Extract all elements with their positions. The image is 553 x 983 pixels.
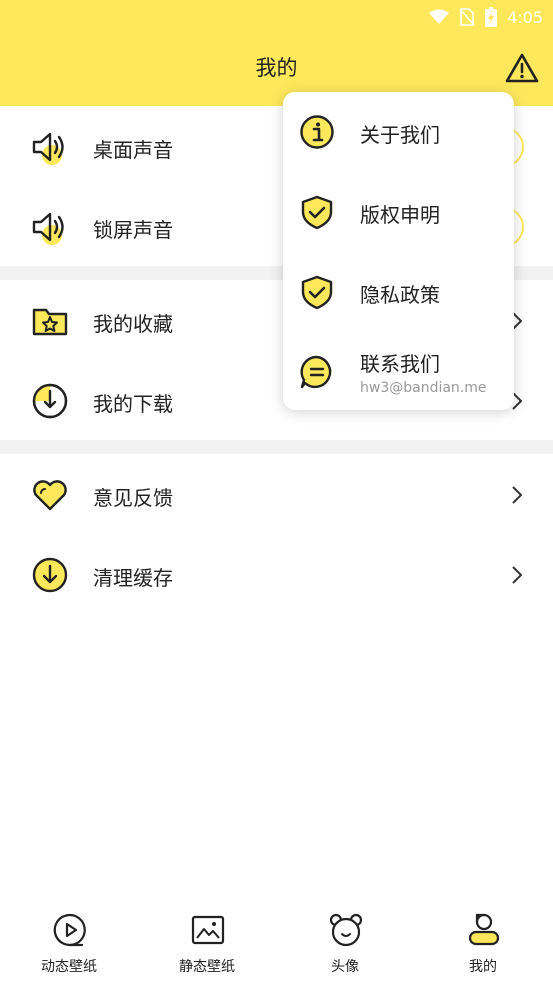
tab-live-wallpaper[interactable]: 动态壁纸 [0,900,138,983]
popup-item-label: 版权申明 [360,203,440,227]
popup-item-contact[interactable]: 联系我们 hw3@bandian.me [283,332,514,412]
heart-icon [31,476,69,514]
popup-menu: 关于我们 版权申明 隐私政策 联系我们 hw3@bandian.me [283,92,514,410]
tab-mine[interactable]: 我的 [414,900,552,983]
bear-face-icon [328,912,364,948]
shield-check-icon [299,274,335,310]
tab-avatar[interactable]: 头像 [276,900,414,983]
row-label: 意见反馈 [93,486,173,510]
info-icon [299,114,335,150]
battery-icon [485,7,498,27]
row-label: 我的下载 [93,392,173,416]
popup-item-about[interactable]: 关于我们 [283,92,514,172]
page-title: 我的 [255,56,298,80]
clean-download-icon [31,556,69,594]
star-folder-icon [31,302,69,340]
status-time: 4:05 [507,7,543,27]
tab-label: 静态壁纸 [179,959,235,975]
bottom-tab-bar: 动态壁纸 静态壁纸 头像 我的 [0,900,553,983]
contact-email: hw3@bandian.me [360,380,487,396]
row-label: 我的收藏 [93,312,173,336]
section-divider [0,440,553,454]
wifi-icon [429,9,450,24]
status-bar: 4:05 [429,4,543,30]
chat-bubble-icon [299,354,335,390]
shield-check-icon [299,194,335,230]
speaker-icon [31,128,69,166]
chevron-right-icon [512,566,523,584]
warning-icon [505,53,539,83]
picture-icon [190,912,226,948]
feedback-row[interactable]: 意见反馈 [0,454,553,534]
tab-label: 头像 [331,959,359,975]
chevron-right-icon [512,486,523,504]
person-icon [466,912,502,948]
tab-label: 动态壁纸 [41,959,97,975]
clear-cache-row[interactable]: 清理缓存 [0,534,553,614]
popup-item-label: 联系我们 [360,352,440,376]
header-bar: 4:05 我的 [0,0,553,106]
play-icon [52,912,88,948]
popup-item-label: 隐私政策 [360,283,440,307]
popup-item-label: 关于我们 [360,123,440,147]
speaker-icon [31,208,69,246]
tab-static-wallpaper[interactable]: 静态壁纸 [138,900,276,983]
no-sim-icon [459,8,475,26]
tab-label: 我的 [469,959,497,975]
popup-item-copyright[interactable]: 版权申明 [283,172,514,252]
download-clock-icon [31,382,69,420]
warning-button[interactable] [505,52,539,84]
row-label: 清理缓存 [93,566,173,590]
row-label: 桌面声音 [93,138,173,162]
row-label: 锁屏声音 [93,218,173,242]
popup-item-privacy[interactable]: 隐私政策 [283,252,514,332]
